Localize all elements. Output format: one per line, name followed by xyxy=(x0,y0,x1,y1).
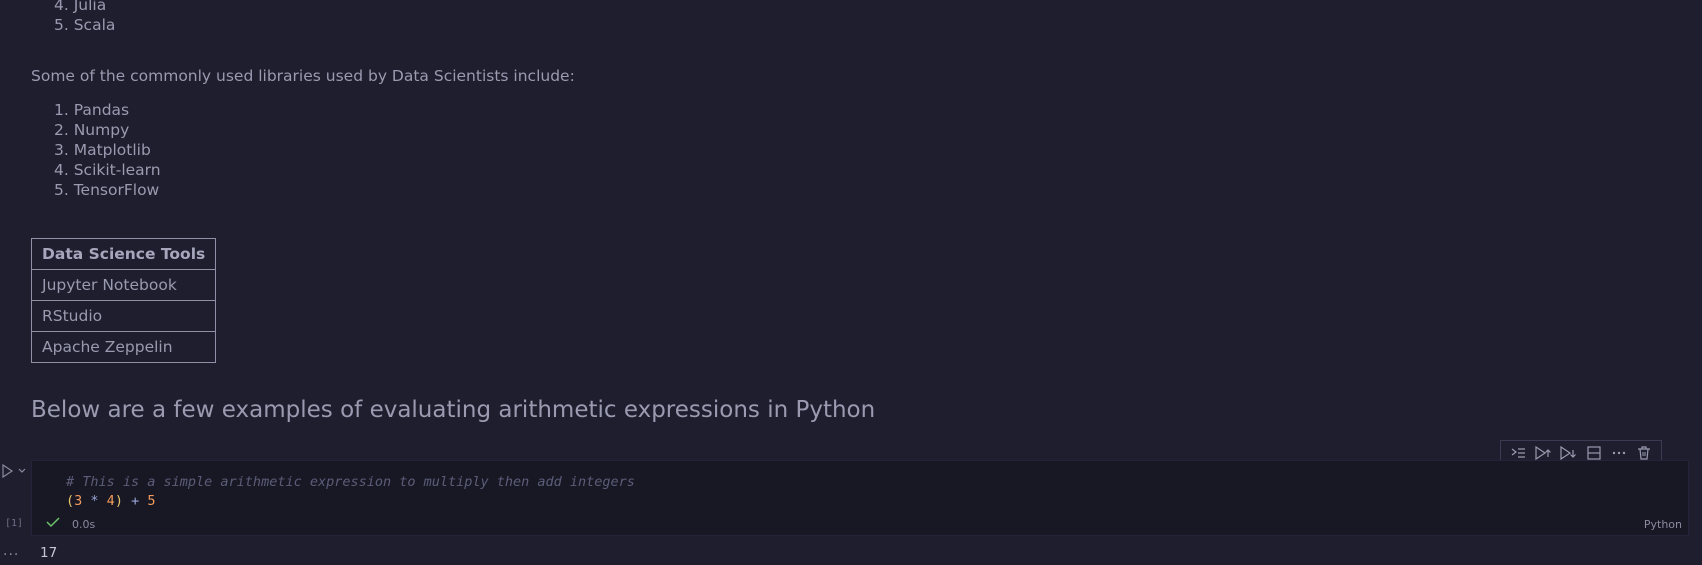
libraries-list: 1. Pandas 2. Numpy 3. Matplotlib 4. Scik… xyxy=(54,100,161,200)
cell-output: 17 xyxy=(40,545,58,561)
code-comment: # This is a simple arithmetic expression… xyxy=(66,474,635,490)
table-cell: RStudio xyxy=(30,300,217,332)
code-token: ( xyxy=(66,493,75,509)
section-heading: Below are a few examples of evaluating a… xyxy=(31,397,876,423)
list-item: 1. Pandas xyxy=(54,101,130,119)
list-item: 4. Julia xyxy=(54,0,107,14)
code-token: + xyxy=(122,493,148,509)
cell-language-picker[interactable]: Python xyxy=(1644,518,1682,531)
table-row: Jupyter Notebook xyxy=(30,269,217,301)
code-cell[interactable]: # This is a simple arithmetic expression… xyxy=(31,460,1689,536)
success-check-icon xyxy=(46,516,60,532)
code-token: 4 xyxy=(106,493,115,509)
output-more-icon[interactable]: ··· xyxy=(3,547,19,563)
run-cell-button[interactable] xyxy=(1,463,27,479)
table-row: Apache Zeppelin xyxy=(30,331,217,363)
code-token: * xyxy=(82,493,107,509)
list-item: 2. Numpy xyxy=(54,121,130,139)
code-token: ) xyxy=(114,493,123,509)
code-token: 5 xyxy=(147,493,156,509)
execution-count: [1] xyxy=(5,518,24,529)
table-row: RStudio xyxy=(30,300,217,332)
languages-list: 4. Julia 5. Scala xyxy=(54,0,115,35)
list-item: 4. Scikit-learn xyxy=(54,161,161,179)
list-item: 3. Matplotlib xyxy=(54,141,151,159)
notebook-view: 4. Julia 5. Scala Some of the commonly u… xyxy=(0,0,1702,565)
table-header-row: Data Science Tools xyxy=(30,238,217,270)
table-header-cell: Data Science Tools xyxy=(30,238,217,270)
tools-table: Data Science Tools Jupyter Notebook RStu… xyxy=(30,238,217,363)
cell-status: 0.0s xyxy=(46,516,95,532)
run-cell-icon[interactable] xyxy=(1,463,27,479)
list-item: 5. Scala xyxy=(54,16,116,34)
table-cell: Jupyter Notebook xyxy=(30,269,217,301)
execution-time: 0.0s xyxy=(72,517,96,531)
libraries-intro: Some of the commonly used libraries used… xyxy=(31,67,575,85)
code-editor[interactable]: # This is a simple arithmetic expression… xyxy=(66,473,635,511)
list-item: 5. TensorFlow xyxy=(54,181,160,199)
table-cell: Apache Zeppelin xyxy=(30,331,217,363)
